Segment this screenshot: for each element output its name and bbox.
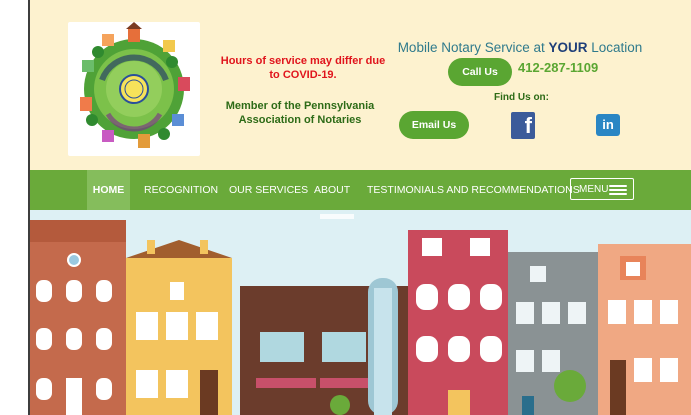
nav-item-about[interactable]: ABOUT [314, 170, 350, 210]
covid-notice: Hours of service may differ due to COVID… [220, 55, 386, 81]
page: Hours of service may differ due to COVID… [30, 0, 691, 415]
email-us-button[interactable]: Email Us [399, 111, 469, 139]
tagline-suffix: Location [587, 40, 643, 55]
site-header: Hours of service may differ due to COVID… [30, 0, 691, 170]
tagline-emphasis: YOUR [548, 40, 588, 55]
nav-item-our-services[interactable]: OUR SERVICES [229, 170, 308, 210]
hero-banner [30, 210, 691, 415]
service-tagline: Mobile Notary Service at YOUR Location [390, 40, 650, 55]
phone-number[interactable]: 412-287-1109 [518, 60, 598, 75]
association-membership: Member of the Pennsylvania Association o… [225, 100, 375, 126]
hamburger-icon [609, 185, 627, 195]
menu-button[interactable]: MENU [570, 178, 634, 200]
tagline-prefix: Mobile Notary Service at [397, 40, 549, 55]
notary-neighborhood-seal-logo [80, 22, 190, 148]
linkedin-icon[interactable]: in [596, 114, 620, 136]
facebook-icon[interactable]: f [511, 112, 535, 139]
call-us-button[interactable]: Call Us [448, 58, 512, 86]
nav-item-home[interactable]: HOME [87, 170, 130, 210]
townhouse-street-illustration [30, 210, 691, 415]
nav-item-testimonials[interactable]: TESTIMONIALS AND RECOMMENDATIONS [367, 170, 580, 210]
site-logo[interactable] [68, 22, 200, 156]
main-nav: HOME RECOGNITION OUR SERVICES ABOUT TEST… [30, 170, 691, 210]
find-us-label: Find Us on: [494, 92, 549, 103]
nav-item-recognition[interactable]: RECOGNITION [144, 170, 218, 210]
menu-label: MENU [579, 184, 609, 195]
